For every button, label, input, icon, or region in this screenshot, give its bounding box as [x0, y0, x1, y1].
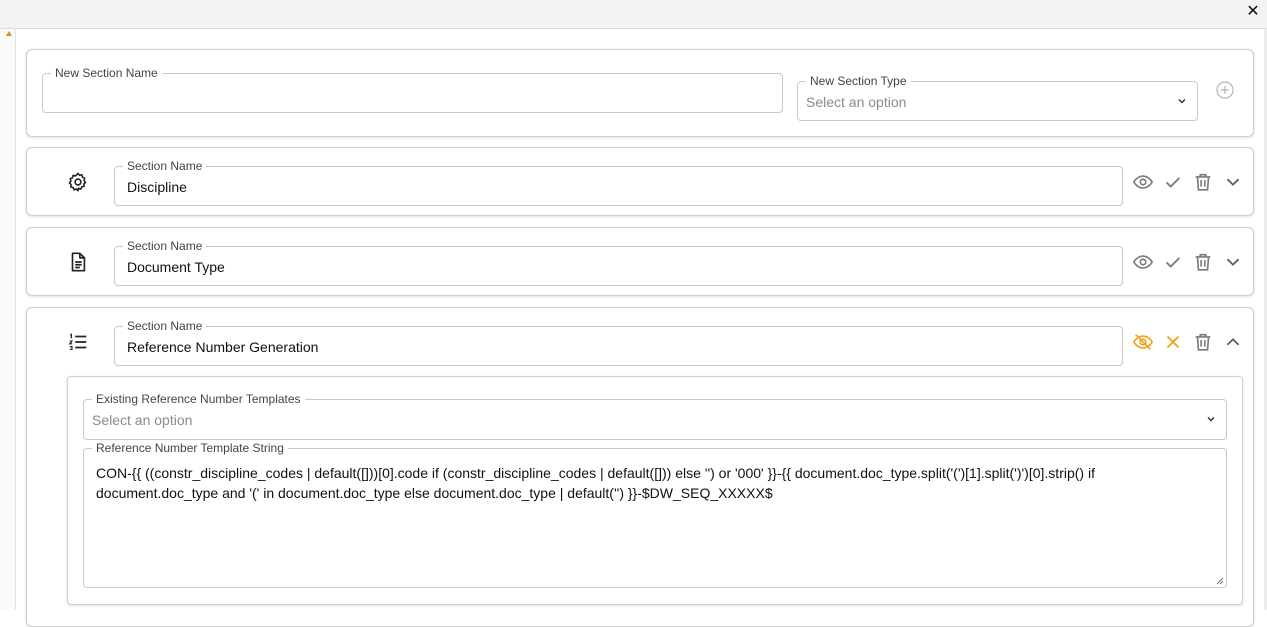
section-name-label: Section Name	[123, 239, 207, 253]
section-card-reference-number-generation: Section Name Reference Number Generation…	[26, 307, 1254, 627]
existing-templates-placeholder: Select an option	[92, 412, 193, 428]
close-icon[interactable]	[1162, 331, 1184, 353]
window-titlebar: ✕	[0, 0, 1267, 29]
chevron-up-icon[interactable]	[1222, 331, 1244, 353]
chevron-down-icon	[1176, 95, 1188, 107]
section-card-document-type: Section Name Document Type	[26, 227, 1254, 296]
trash-icon[interactable]	[1192, 251, 1214, 273]
existing-templates-select[interactable]: Existing Reference Number Templates Sele…	[83, 392, 1227, 440]
template-string-value: CON-{{ ((constr_discipline_codes | defau…	[96, 465, 1095, 501]
document-icon	[67, 251, 89, 273]
scroll-up-arrow-icon[interactable]	[6, 31, 12, 36]
plus-circle-icon[interactable]	[1214, 79, 1236, 101]
section-name-input[interactable]: Section Name Document Type	[114, 239, 1123, 286]
trash-icon[interactable]	[1192, 171, 1214, 193]
section-name-value: Discipline	[127, 179, 187, 195]
section-name-input[interactable]: Section Name Reference Number Generation	[114, 319, 1123, 366]
eye-off-icon[interactable]	[1132, 331, 1154, 353]
new-section-type-select[interactable]: New Section Type Select an option	[797, 74, 1198, 121]
new-section-type-label: New Section Type	[806, 74, 911, 88]
close-window-button[interactable]: ✕	[1245, 3, 1261, 21]
section-name-value: Reference Number Generation	[127, 339, 319, 355]
check-icon[interactable]	[1162, 171, 1184, 193]
resize-handle-icon[interactable]	[1216, 577, 1224, 585]
new-section-type-placeholder: Select an option	[806, 94, 907, 110]
numbered-list-icon	[67, 331, 89, 353]
gear-icon	[67, 171, 89, 193]
reference-number-config-panel: Existing Reference Number Templates Sele…	[67, 376, 1243, 605]
trash-icon[interactable]	[1192, 331, 1214, 353]
new-section-name-input[interactable]: New Section Name	[42, 66, 783, 113]
new-section-card: New Section Name New Section Type Select…	[26, 49, 1254, 137]
chevron-down-icon	[1205, 413, 1217, 425]
section-name-input[interactable]: Section Name Discipline	[114, 159, 1123, 206]
chevron-down-icon[interactable]	[1222, 251, 1244, 273]
left-scroll-rail[interactable]	[0, 29, 16, 610]
new-section-name-label: New Section Name	[51, 66, 162, 80]
section-card-discipline: Section Name Discipline	[26, 147, 1254, 216]
template-string-label: Reference Number Template String	[92, 441, 288, 455]
section-name-label: Section Name	[123, 159, 207, 173]
template-string-textarea[interactable]: Reference Number Template String CON-{{ …	[83, 441, 1227, 588]
section-name-value: Document Type	[127, 259, 225, 275]
existing-templates-label: Existing Reference Number Templates	[92, 392, 305, 406]
check-icon[interactable]	[1162, 251, 1184, 273]
eye-icon[interactable]	[1132, 251, 1154, 273]
eye-icon[interactable]	[1132, 171, 1154, 193]
chevron-down-icon[interactable]	[1222, 171, 1244, 193]
section-name-label: Section Name	[123, 319, 207, 333]
